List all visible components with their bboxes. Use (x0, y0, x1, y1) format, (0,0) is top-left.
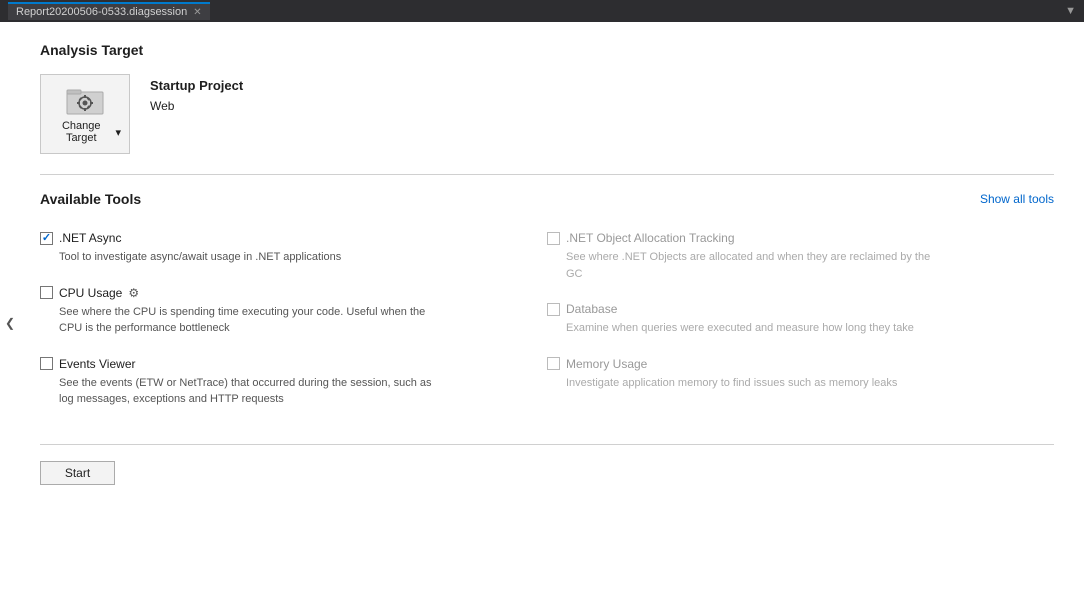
tool-header-cpu-usage: CPU Usage ⚙ (40, 286, 531, 300)
title-bar-actions-icon[interactable]: ▼ (1065, 5, 1076, 17)
checkbox-database[interactable] (547, 303, 560, 316)
tool-desc-net-async: Tool to investigate async/await usage in… (59, 249, 439, 266)
tool-item-database: Database Examine when queries were execu… (547, 294, 1054, 349)
target-box: Change Target ▾ Startup Project Web (40, 74, 1054, 154)
gear-icon[interactable]: ⚙ (128, 286, 139, 300)
panel: Analysis Target (20, 22, 1084, 603)
tool-item-memory-usage: Memory Usage Investigate application mem… (547, 349, 1054, 404)
tools-header: Available Tools Show all tools (40, 191, 1054, 207)
analysis-target-title: Analysis Target (40, 42, 1054, 58)
section-divider-2 (40, 444, 1054, 445)
tool-header-database: Database (547, 302, 1038, 316)
tool-name-cpu-usage: CPU Usage (59, 286, 122, 300)
tool-desc-database: Examine when queries were executed and m… (566, 320, 946, 337)
title-tab[interactable]: Report20200506-0533.diagsession ✕ (8, 2, 210, 20)
startup-project-title: Startup Project (150, 78, 243, 93)
tool-desc-cpu-usage: See where the CPU is spending time execu… (59, 304, 439, 337)
tool-header-net-async: ✓ .NET Async (40, 231, 531, 245)
main-content: ❮ Analysis Target (0, 22, 1084, 603)
tab-title: Report20200506-0533.diagsession (16, 6, 187, 18)
tool-name-memory-usage: Memory Usage (566, 357, 647, 371)
checkbox-net-object-tracking[interactable] (547, 232, 560, 245)
tool-desc-events-viewer: See the events (ETW or NetTrace) that oc… (59, 375, 439, 408)
checkbox-events-viewer[interactable] (40, 357, 53, 370)
content-wrapper: ❮ Analysis Target (0, 22, 1084, 603)
tools-grid: ✓ .NET Async Tool to investigate async/a… (40, 223, 1054, 420)
tool-name-net-async: .NET Async (59, 231, 121, 245)
close-tab-icon[interactable]: ✕ (193, 7, 201, 18)
tool-header-events-viewer: Events Viewer (40, 357, 531, 371)
tool-header-net-object-tracking: .NET Object Allocation Tracking (547, 231, 1038, 245)
tool-desc-memory-usage: Investigate application memory to find i… (566, 375, 946, 392)
checkbox-net-async[interactable]: ✓ (40, 232, 53, 245)
tools-column-right: .NET Object Allocation Tracking See wher… (547, 223, 1054, 420)
tool-item-cpu-usage: CPU Usage ⚙ See where the CPU is spendin… (40, 278, 547, 349)
show-all-tools-link[interactable]: Show all tools (980, 192, 1054, 206)
tools-column-left: ✓ .NET Async Tool to investigate async/a… (40, 223, 547, 420)
change-target-label: Change Target ▾ (49, 120, 121, 144)
title-bar: Report20200506-0533.diagsession ✕ ▼ (0, 0, 1084, 22)
tool-name-net-object-tracking: .NET Object Allocation Tracking (566, 231, 735, 245)
tool-name-database: Database (566, 302, 617, 316)
tool-item-net-object-tracking: .NET Object Allocation Tracking See wher… (547, 223, 1054, 294)
tool-header-memory-usage: Memory Usage (547, 357, 1038, 371)
available-tools-title: Available Tools (40, 191, 141, 207)
startup-project-info: Startup Project Web (150, 74, 243, 113)
startup-project-icon (65, 84, 105, 116)
tool-item-net-async: ✓ .NET Async Tool to investigate async/a… (40, 223, 547, 278)
collapse-panel-button[interactable]: ❮ (0, 22, 20, 603)
tool-name-events-viewer: Events Viewer (59, 357, 135, 371)
tool-item-events-viewer: Events Viewer See the events (ETW or Net… (40, 349, 547, 420)
tool-desc-net-object-tracking: See where .NET Objects are allocated and… (566, 249, 946, 282)
start-button[interactable]: Start (40, 461, 115, 485)
checkbox-cpu-usage[interactable] (40, 286, 53, 299)
section-divider-1 (40, 174, 1054, 175)
change-target-button[interactable]: Change Target ▾ (40, 74, 130, 154)
startup-project-name: Web (150, 99, 243, 113)
checkbox-memory-usage[interactable] (547, 357, 560, 370)
